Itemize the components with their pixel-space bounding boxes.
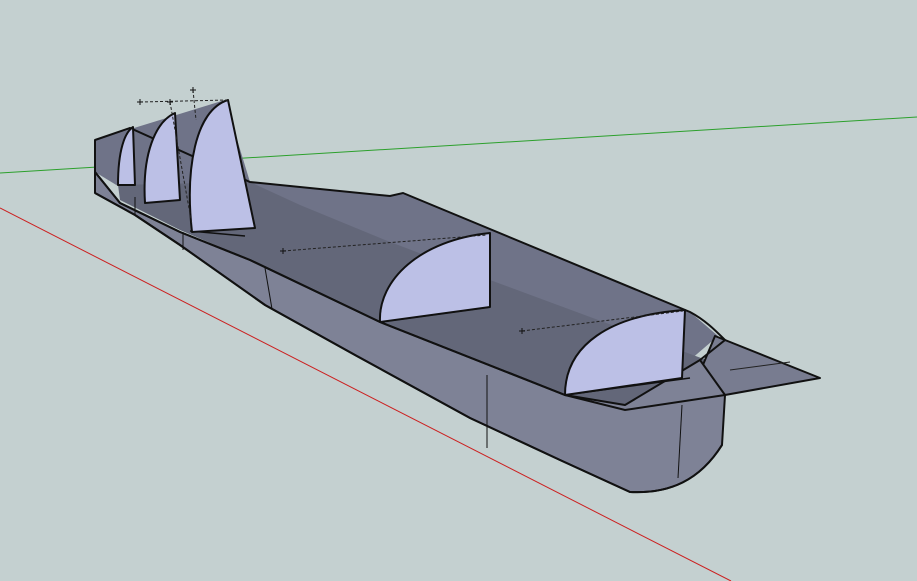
scene-svg[interactable] [0, 0, 917, 581]
3d-model-viewport[interactable] [0, 0, 917, 581]
